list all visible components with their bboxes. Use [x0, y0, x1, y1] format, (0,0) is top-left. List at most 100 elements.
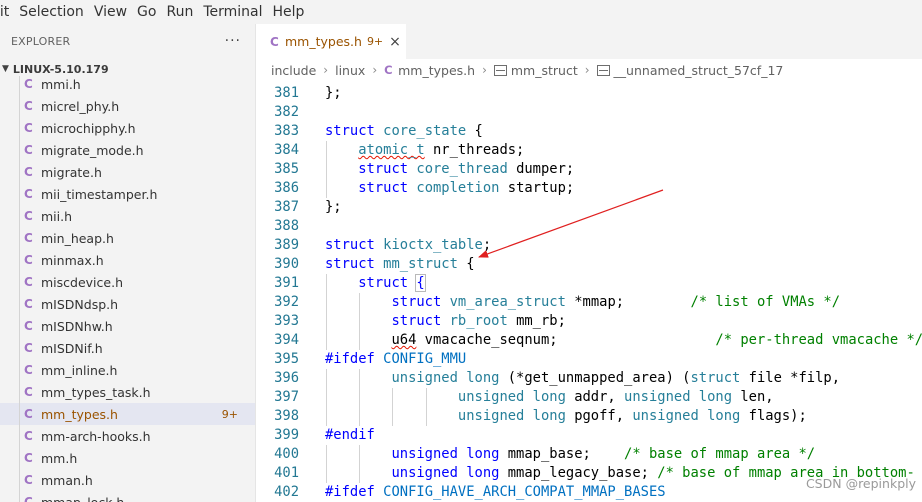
indent-guide: [19, 227, 20, 249]
c-file-icon: C: [24, 473, 33, 487]
code-token: mmap_base;: [499, 446, 625, 462]
menu-item[interactable]: View: [89, 0, 132, 24]
code-token: struct: [358, 275, 409, 291]
chevron-right-icon: ›: [323, 63, 329, 77]
code-token: unsigned long: [457, 389, 566, 405]
file-item[interactable]: Cmmap_lock.h: [0, 491, 255, 502]
c-file-icon: C: [24, 77, 33, 91]
file-item[interactable]: Cmmi.h: [0, 76, 255, 95]
file-item[interactable]: Cmii.h: [0, 205, 255, 227]
code-token: file *filp,: [740, 370, 841, 386]
tab-bar: C mm_types.h 9+ ×: [256, 24, 922, 59]
file-item[interactable]: Cmicrel_phy.h: [0, 95, 255, 117]
explorer-header: EXPLORER ···: [0, 24, 255, 58]
file-item[interactable]: Cmm-arch-hooks.h: [0, 425, 255, 447]
code-text: struct completion startup;: [325, 179, 574, 198]
code-line: 390 struct mm_struct {: [256, 255, 922, 274]
file-item[interactable]: Cmigrate_mode.h: [0, 139, 255, 161]
indent-guide: [19, 447, 20, 469]
file-item[interactable]: Cmigrate.h: [0, 161, 255, 183]
tab-mm-types[interactable]: C mm_types.h 9+ ×: [256, 24, 406, 59]
chevron-down-icon: ▼: [2, 64, 9, 74]
code-text: struct {: [325, 274, 426, 293]
code-line: 382: [256, 103, 922, 122]
file-item[interactable]: Cmii_timestamper.h: [0, 183, 255, 205]
c-file-icon: C: [24, 385, 33, 399]
code-token: struct: [358, 180, 409, 196]
menu-item[interactable]: Help: [268, 0, 310, 24]
menu-item[interactable]: Terminal: [198, 0, 267, 24]
line-number: 402: [274, 484, 299, 500]
line-number: 382: [274, 104, 299, 120]
close-icon[interactable]: ×: [389, 34, 401, 50]
file-item[interactable]: Cmm.h: [0, 447, 255, 469]
file-name: mm_types.h: [41, 406, 118, 422]
code-line: 388: [256, 217, 922, 236]
breadcrumb-item[interactable]: linux: [335, 63, 365, 78]
code-token: struct: [391, 313, 442, 329]
code-token: vmacache_seqnum;: [416, 332, 716, 348]
c-file-icon: C: [24, 451, 33, 465]
indent-guide: [19, 139, 20, 161]
file-item[interactable]: Cmicrochipphy.h: [0, 117, 255, 139]
file-item[interactable]: Cminmax.h: [0, 249, 255, 271]
code-token: CONFIG_HAVE_ARCH_COMPAT_MMAP_BASES: [383, 484, 666, 500]
file-name: mISDNdsp.h: [41, 296, 119, 312]
c-file-icon: C: [24, 165, 33, 179]
c-file-icon: C: [384, 63, 393, 77]
indent-guide: [19, 403, 20, 425]
breadcrumb-symbol[interactable]: mm_struct: [511, 63, 578, 78]
breadcrumb-item[interactable]: include: [271, 63, 316, 78]
indent-guide: [19, 469, 20, 491]
watermark: CSDN @repinkply: [805, 476, 916, 491]
code-text: #ifdef CONFIG_MMU: [325, 350, 466, 369]
line-number: 392: [274, 294, 299, 310]
code-token: ;: [482, 237, 492, 253]
file-item[interactable]: Cmin_heap.h: [0, 227, 255, 249]
file-item[interactable]: CmISDNif.h: [0, 337, 255, 359]
menu-item[interactable]: Selection: [14, 0, 89, 24]
c-file-icon: C: [24, 187, 33, 201]
indent-guide: [19, 95, 20, 117]
menu-item[interactable]: Run: [161, 0, 198, 24]
line-number: 387: [274, 199, 299, 215]
menu-bar: litSelectionViewGoRunTerminalHelp: [0, 0, 922, 24]
file-name: mISDNhw.h: [41, 318, 113, 334]
file-item[interactable]: Cmm_inline.h: [0, 359, 255, 381]
code-token: struct: [391, 294, 442, 310]
line-number: 388: [274, 218, 299, 234]
code-token: addr,: [565, 389, 625, 405]
more-actions-icon[interactable]: ···: [225, 33, 241, 49]
file-name: mii.h: [41, 208, 73, 224]
folder-name: LINUX-5.10.179: [12, 62, 109, 76]
code-editor[interactable]: 381}; 382 383 struct core_state {384 atomic…: [256, 81, 922, 502]
file-item[interactable]: Cmiscdevice.h: [0, 271, 255, 293]
code-token: mmap_legacy_base;: [499, 465, 658, 481]
code-token: #ifdef: [325, 484, 375, 500]
code-token: struct: [358, 161, 409, 177]
code-token: #ifdef: [325, 351, 375, 367]
file-item[interactable]: CmISDNhw.h: [0, 315, 255, 337]
breadcrumb-symbol[interactable]: __unnamed_struct_57cf_17: [614, 63, 784, 78]
explorer-sidebar: EXPLORER ··· ▼ LINUX-5.10.179 Cmmi.h Cmic…: [0, 24, 256, 502]
menu-item[interactable]: lit: [0, 0, 14, 24]
code-line: 385 struct core_thread dumper;: [256, 160, 922, 179]
file-name: min_heap.h: [41, 230, 114, 246]
code-token: len,: [732, 389, 774, 405]
file-item[interactable]: Cmman.h: [0, 469, 255, 491]
file-item[interactable]: Cmm_types_task.h: [0, 381, 255, 403]
breadcrumb-file[interactable]: mm_types.h: [398, 63, 475, 78]
file-item[interactable]: Cmm_types.h 9+: [0, 403, 255, 425]
line-number: 391: [274, 275, 299, 291]
c-file-icon: C: [24, 429, 33, 443]
code-text: u64 vmacache_seqnum; /* per-thread vmaca…: [325, 331, 922, 350]
file-item[interactable]: CmISDNdsp.h: [0, 293, 255, 315]
menu-item[interactable]: Go: [132, 0, 161, 24]
